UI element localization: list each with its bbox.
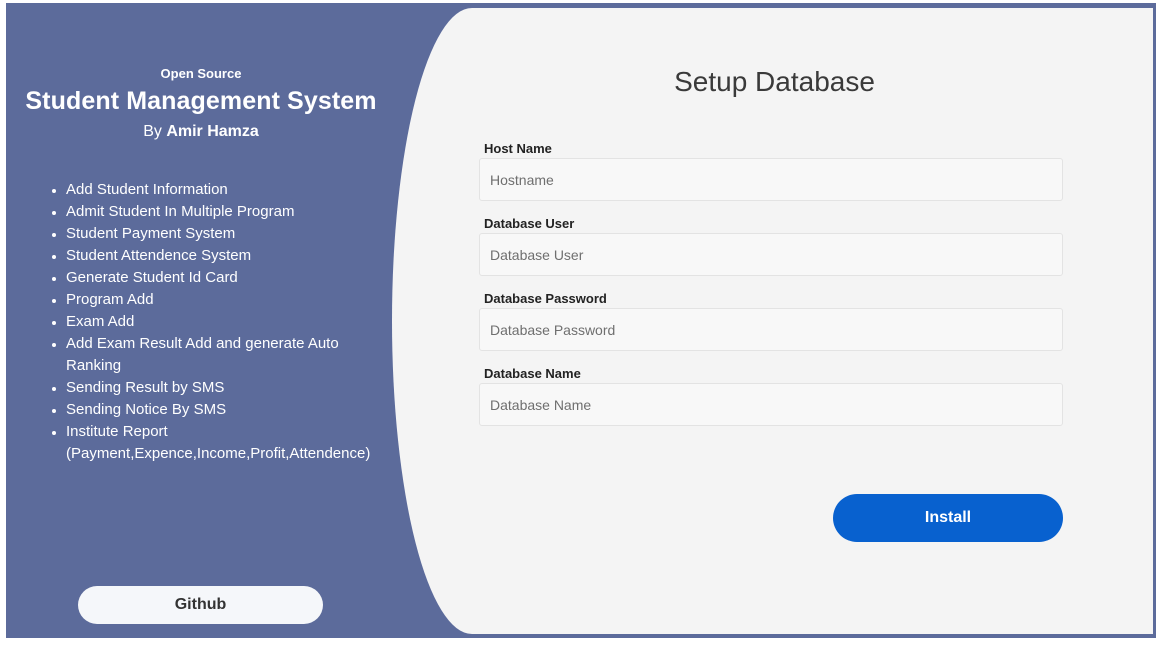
install-button[interactable]: Install [833,494,1063,542]
list-item: Sending Result by SMS [66,377,396,399]
list-item: Institute Report (Payment,Expence,Income… [66,421,396,465]
github-button[interactable]: Github [78,586,323,624]
database-password-input[interactable] [479,308,1063,351]
list-item: Exam Add [66,311,396,333]
list-item: Generate Student Id Card [66,267,396,289]
byline-prefix: By [143,123,167,140]
host-name-label: Host Name [484,141,552,156]
list-item: Add Student Information [66,179,396,201]
list-item: Student Payment System [66,223,396,245]
host-name-input[interactable] [479,158,1063,201]
database-name-input[interactable] [479,383,1063,426]
app-title: Student Management System [25,87,377,115]
author-byline: By Amir Hamza [6,123,396,141]
database-password-label: Database Password [484,291,607,306]
list-item: Admit Student In Multiple Program [66,201,396,223]
list-item: Program Add [66,289,396,311]
database-user-label: Database User [484,216,575,231]
database-name-label: Database Name [484,366,581,381]
app-frame: Open Source Student Management System By… [6,3,1156,638]
feature-list: Add Student Information Admit Student In… [66,179,396,465]
setup-form-panel: Setup Database Host Name Database User D… [392,8,1153,634]
list-item: Student Attendence System [66,245,396,267]
form-title: Setup Database [674,66,875,97]
open-source-tag: Open Source [160,66,242,81]
database-user-input[interactable] [479,233,1063,276]
author-name: Amir Hamza [166,123,259,140]
list-item: Sending Notice By SMS [66,399,396,421]
info-panel: Open Source Student Management System By… [6,3,396,638]
list-item: Add Exam Result Add and generate Auto Ra… [66,333,396,377]
